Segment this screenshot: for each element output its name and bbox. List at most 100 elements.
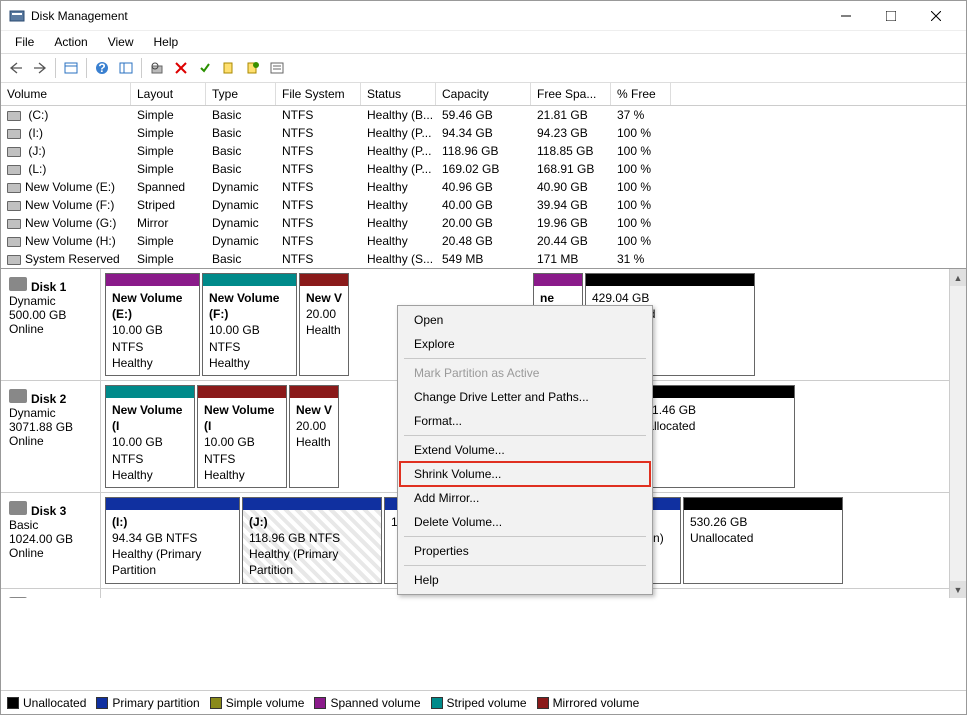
table-row[interactable]: (I:)SimpleBasicNTFSHealthy (P...94.34 GB… — [1, 124, 966, 142]
partition[interactable]: New Volume (I10.00 GB NTFSHealthy — [197, 385, 287, 488]
scroll-down-icon[interactable]: ▼ — [950, 581, 966, 598]
table-row[interactable]: System ReservedSimpleBasicNTFSHealthy (S… — [1, 250, 966, 268]
legend-swatch-striped — [431, 697, 443, 709]
partition[interactable]: New Volume (E:)10.00 GB NTFSHealthy — [105, 273, 200, 376]
ctx-extend[interactable]: Extend Volume... — [400, 438, 650, 462]
ctx-separator — [404, 565, 646, 566]
menu-view[interactable]: View — [98, 33, 144, 51]
legend-mirrored: Mirrored volume — [553, 696, 640, 710]
legend-primary: Primary partition — [112, 696, 199, 710]
table-row[interactable]: (L:)SimpleBasicNTFSHealthy (P...169.02 G… — [1, 160, 966, 178]
ctx-separator — [404, 358, 646, 359]
menu-bar: File Action View Help — [1, 31, 966, 53]
ctx-mark-active: Mark Partition as Active — [400, 361, 650, 385]
disk-label[interactable]: Disk 2Dynamic3071.88 GBOnline — [1, 381, 101, 492]
ctx-add-mirror[interactable]: Add Mirror... — [400, 486, 650, 510]
close-button[interactable] — [913, 1, 958, 31]
col-layout[interactable]: Layout — [131, 83, 206, 105]
disk-icon — [9, 389, 27, 403]
col-freespace[interactable]: Free Spa... — [531, 83, 611, 105]
minimize-button[interactable] — [823, 1, 868, 31]
volume-icon — [7, 237, 21, 247]
toolbar: ? — [1, 53, 966, 83]
ctx-delete[interactable]: Delete Volume... — [400, 510, 650, 534]
vertical-scrollbar[interactable]: ▲ ▼ — [949, 269, 966, 598]
legend-swatch-unallocated — [7, 697, 19, 709]
legend-unallocated: Unallocated — [23, 696, 86, 710]
context-menu: Open Explore Mark Partition as Active Ch… — [397, 305, 653, 595]
window-title: Disk Management — [31, 9, 823, 23]
volume-icon — [7, 255, 21, 265]
partition[interactable]: (J:)118.96 GB NTFSHealthy (Primary Parti… — [242, 497, 382, 584]
ctx-explore[interactable]: Explore — [400, 332, 650, 356]
ctx-separator — [404, 536, 646, 537]
legend: Unallocated Primary partition Simple vol… — [1, 690, 966, 714]
partition[interactable]: 530.26 GBUnallocated — [683, 497, 843, 584]
legend-striped: Striped volume — [447, 696, 527, 710]
disk-label[interactable]: Disk 3Basic1024.00 GBOnline — [1, 493, 101, 588]
disk-icon — [9, 597, 27, 598]
help-icon[interactable]: ? — [91, 57, 113, 79]
legend-swatch-spanned — [314, 697, 326, 709]
menu-action[interactable]: Action — [44, 33, 97, 51]
settings-icon[interactable] — [266, 57, 288, 79]
delete-icon[interactable] — [170, 57, 192, 79]
menu-help[interactable]: Help — [144, 33, 189, 51]
volume-icon — [7, 183, 21, 193]
title-bar: Disk Management — [1, 1, 966, 31]
col-type[interactable]: Type — [206, 83, 276, 105]
legend-spanned: Spanned volume — [330, 696, 420, 710]
volume-icon — [7, 219, 21, 229]
legend-simple: Simple volume — [226, 696, 305, 710]
partition[interactable]: New Volume (F:)10.00 GB NTFSHealthy — [202, 273, 297, 376]
svg-text:?: ? — [98, 61, 105, 75]
rescan-icon[interactable] — [146, 57, 168, 79]
disk-icon — [9, 501, 27, 515]
legend-swatch-primary — [96, 697, 108, 709]
volume-table-header: Volume Layout Type File System Status Ca… — [1, 83, 966, 106]
menu-file[interactable]: File — [5, 33, 44, 51]
col-filesystem[interactable]: File System — [276, 83, 361, 105]
properties-icon[interactable] — [218, 57, 240, 79]
table-row[interactable]: New Volume (F:)StripedDynamicNTFSHealthy… — [1, 196, 966, 214]
new-icon[interactable] — [242, 57, 264, 79]
refresh-icon[interactable] — [115, 57, 137, 79]
view-icon[interactable] — [60, 57, 82, 79]
partition[interactable]: New V20.00Health — [289, 385, 339, 488]
ctx-format[interactable]: Format... — [400, 409, 650, 433]
col-volume[interactable]: Volume — [1, 83, 131, 105]
table-row[interactable]: New Volume (E:)SpannedDynamicNTFSHealthy… — [1, 178, 966, 196]
volume-table-body: (C:)SimpleBasicNTFSHealthy (B...59.46 GB… — [1, 106, 966, 268]
col-status[interactable]: Status — [361, 83, 436, 105]
ctx-properties[interactable]: Properties — [400, 539, 650, 563]
forward-button[interactable] — [29, 57, 51, 79]
legend-swatch-mirrored — [537, 697, 549, 709]
legend-swatch-simple — [210, 697, 222, 709]
scroll-up-icon[interactable]: ▲ — [950, 269, 966, 286]
disk-label[interactable]: Disk 1Dynamic500.00 GBOnline — [1, 269, 101, 380]
partition[interactable]: New Volume (I10.00 GB NTFSHealthy — [105, 385, 195, 488]
ctx-help[interactable]: Help — [400, 568, 650, 592]
volume-icon — [7, 111, 21, 121]
volume-icon — [7, 201, 21, 211]
ctx-separator — [404, 435, 646, 436]
table-row[interactable]: New Volume (G:)MirrorDynamicNTFSHealthy2… — [1, 214, 966, 232]
col-capacity[interactable]: Capacity — [436, 83, 531, 105]
apply-icon[interactable] — [194, 57, 216, 79]
table-row[interactable]: (C:)SimpleBasicNTFSHealthy (B...59.46 GB… — [1, 106, 966, 124]
maximize-button[interactable] — [868, 1, 913, 31]
ctx-change-letter[interactable]: Change Drive Letter and Paths... — [400, 385, 650, 409]
volume-icon — [7, 165, 21, 175]
ctx-shrink[interactable]: Shrink Volume... — [400, 462, 650, 486]
ctx-open[interactable]: Open — [400, 308, 650, 332]
table-row[interactable]: New Volume (H:)SimpleDynamicNTFSHealthy2… — [1, 232, 966, 250]
volume-icon — [7, 129, 21, 139]
col-pctfree[interactable]: % Free — [611, 83, 671, 105]
disk-label[interactable]: CD-ROM 0DVD (D:) — [1, 589, 101, 598]
partition[interactable]: New V20.00Health — [299, 273, 349, 376]
disk-icon — [9, 277, 27, 291]
volume-icon — [7, 147, 21, 157]
table-row[interactable]: (J:)SimpleBasicNTFSHealthy (P...118.96 G… — [1, 142, 966, 160]
back-button[interactable] — [5, 57, 27, 79]
partition[interactable]: (I:)94.34 GB NTFSHealthy (Primary Partit… — [105, 497, 240, 584]
